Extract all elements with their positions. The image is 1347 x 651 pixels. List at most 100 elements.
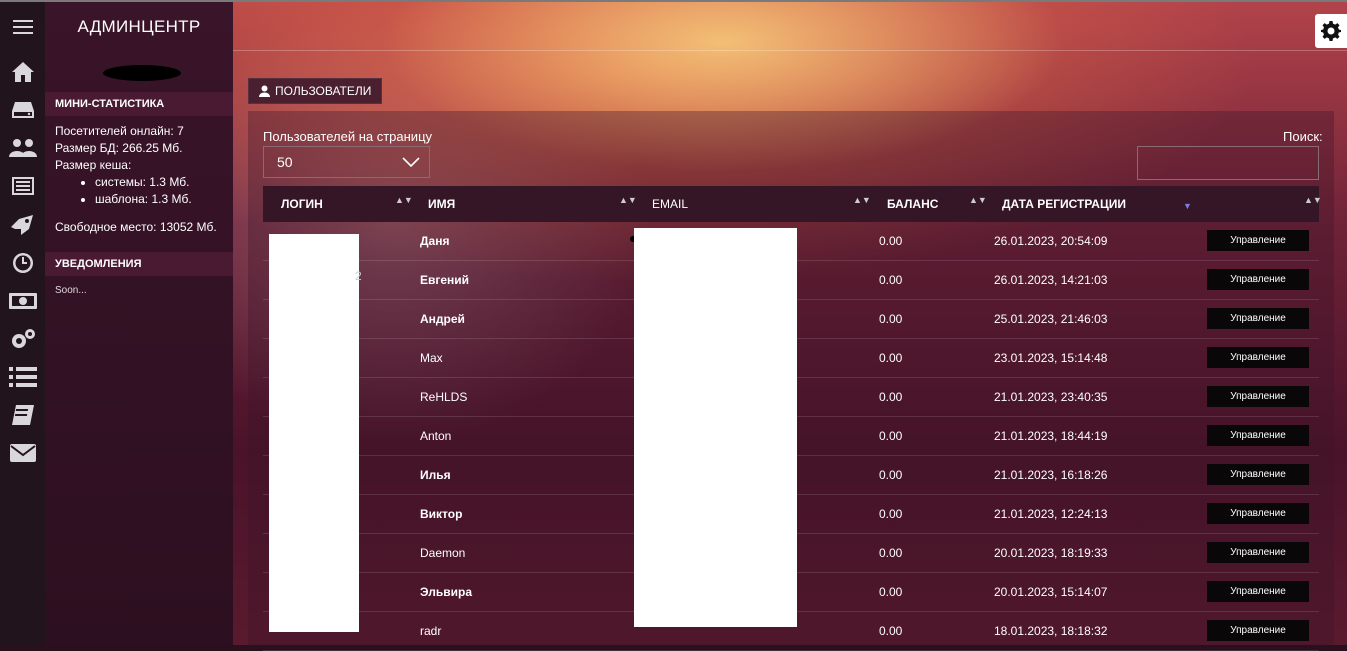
sort-desc-icon[interactable]: ▼ — [1183, 202, 1192, 211]
redaction-block — [269, 234, 359, 632]
per-page-select[interactable]: 50 — [263, 146, 430, 178]
cell-balance: 0.00 — [879, 390, 903, 404]
cell-name: Max — [420, 351, 443, 365]
manage-button[interactable]: Управление — [1207, 620, 1309, 641]
sort-icon[interactable]: ▲▼ — [853, 196, 871, 205]
sort-icon[interactable]: ▲▼ — [969, 196, 987, 205]
table-header: ЛОГИН ▲▼ ИМЯ ▲▼ EMAIL ▲▼ БАЛАНС ▲▼ ДАТА … — [263, 186, 1322, 222]
per-page-value: 50 — [277, 154, 293, 170]
cache-system: системы: 1.3 Мб. — [95, 174, 217, 191]
divider — [233, 50, 1347, 51]
cell-balance: 0.00 — [879, 585, 903, 599]
notifications-text: Soon... — [55, 285, 87, 296]
chevron-down-icon — [402, 157, 420, 168]
sort-icon[interactable]: ▲▼ — [1304, 196, 1322, 205]
settings-gear-button[interactable] — [1315, 14, 1347, 48]
manage-button[interactable]: Управление — [1207, 542, 1309, 563]
cell-reg-date: 21.01.2023, 16:18:26 — [994, 468, 1108, 482]
stat-online: Посетителей онлайн: 7 — [55, 124, 184, 138]
news-icon[interactable] — [8, 171, 37, 200]
tab-users-label: ПОЛЬЗОВАТЕЛИ — [275, 84, 372, 98]
cell-reg-date: 21.01.2023, 18:44:19 — [994, 429, 1108, 443]
cell-reg-date: 26.01.2023, 20:54:09 — [994, 234, 1108, 248]
sort-icon[interactable]: ▲▼ — [619, 196, 637, 205]
mail-icon[interactable] — [8, 438, 37, 467]
sort-icon[interactable]: ▲▼ — [395, 196, 413, 205]
search-input[interactable] — [1137, 146, 1319, 180]
cell-reg-date: 21.01.2023, 23:40:35 — [994, 390, 1108, 404]
stat-db: Размер БД: 266.25 Мб. — [55, 141, 183, 155]
home-icon[interactable] — [8, 57, 37, 86]
stat-free: Свободное место: 13052 Мб. — [55, 220, 217, 234]
stats-block: Посетителей онлайн: 7 Размер БД: 266.25 … — [55, 123, 217, 236]
manage-button[interactable]: Управление — [1207, 230, 1309, 251]
cell-balance: 0.00 — [879, 624, 903, 638]
money-icon[interactable] — [8, 286, 37, 315]
stray-char: 2 — [355, 269, 362, 283]
cell-balance: 0.00 — [879, 273, 903, 287]
col-reg-date[interactable]: ДАТА РЕГИСТРАЦИИ — [1002, 186, 1126, 222]
per-page-label: Пользователей на страницу — [263, 129, 433, 144]
stat-cache: Размер кеша: — [55, 158, 132, 172]
users-panel: Пользователей на страницу 50 Поиск: ЛОГИ… — [248, 111, 1334, 651]
cell-balance: 0.00 — [879, 546, 903, 560]
cell-name: ReHLDS — [420, 390, 468, 404]
cell-name: Виктор — [420, 507, 463, 521]
manage-button[interactable]: Управление — [1207, 425, 1309, 446]
manage-button[interactable]: Управление — [1207, 347, 1309, 368]
cell-balance: 0.00 — [879, 468, 903, 482]
main-content: ПОЛЬЗОВАТЕЛИ Пользователей на страницу 5… — [233, 2, 1347, 651]
cell-balance: 0.00 — [879, 429, 903, 443]
col-balance[interactable]: БАЛАНС — [887, 186, 938, 222]
manage-button[interactable]: Управление — [1207, 464, 1309, 485]
manage-button[interactable]: Управление — [1207, 386, 1309, 407]
manage-button[interactable]: Управление — [1207, 269, 1309, 290]
cell-name: radr — [420, 624, 442, 638]
redaction-block — [634, 228, 797, 627]
cell-name: Anton — [420, 429, 452, 443]
book-icon[interactable] — [8, 400, 37, 429]
manage-button[interactable]: Управление — [1207, 308, 1309, 329]
app-title[interactable]: АДМИНЦЕНТР — [45, 2, 233, 52]
cell-reg-date: 20.01.2023, 18:19:33 — [994, 546, 1108, 560]
avatar — [103, 65, 181, 81]
cache-list: системы: 1.3 Мб. шаблона: 1.3 Мб. — [55, 174, 217, 208]
cell-reg-date: 21.01.2023, 12:24:13 — [994, 507, 1108, 521]
left-panel: АДМИНЦЕНТР МИНИ-СТАТИСТИКА Посетителей о… — [45, 2, 233, 645]
cell-reg-date: 18.01.2023, 18:18:32 — [994, 624, 1108, 638]
col-name[interactable]: ИМЯ — [428, 186, 455, 222]
list-icon[interactable] — [8, 362, 37, 391]
cell-name: Евгений — [420, 273, 470, 287]
tab-users[interactable]: ПОЛЬЗОВАТЕЛИ — [248, 78, 383, 104]
cache-template: шаблона: 1.3 Мб. — [95, 191, 217, 208]
cell-reg-date: 20.01.2023, 15:14:07 — [994, 585, 1108, 599]
manage-button[interactable]: Управление — [1207, 581, 1309, 602]
cell-balance: 0.00 — [879, 312, 903, 326]
search-label: Поиск: — [1283, 129, 1323, 144]
clock-icon[interactable] — [8, 248, 37, 277]
cell-name: Даня — [420, 234, 450, 248]
cell-name: Эльвира — [420, 585, 472, 599]
cell-balance: 0.00 — [879, 351, 903, 365]
users-icon[interactable] — [8, 133, 37, 162]
col-email[interactable]: EMAIL — [652, 186, 688, 222]
cell-reg-date: 25.01.2023, 21:46:03 — [994, 312, 1108, 326]
col-login[interactable]: ЛОГИН — [281, 186, 323, 222]
cell-name: Андрей — [420, 312, 465, 326]
manage-button[interactable]: Управление — [1207, 503, 1309, 524]
stats-heading: МИНИ-СТАТИСТИКА — [45, 92, 233, 116]
menu-icon[interactable] — [8, 12, 37, 41]
settings-icon[interactable] — [8, 324, 37, 353]
cell-reg-date: 23.01.2023, 15:14:48 — [994, 351, 1108, 365]
cell-balance: 0.00 — [879, 234, 903, 248]
cell-balance: 0.00 — [879, 507, 903, 521]
rocket-icon[interactable] — [8, 209, 37, 238]
gear-icon — [1321, 21, 1341, 41]
notifications-heading: УВЕДОМЛЕНИЯ — [45, 252, 233, 276]
user-icon — [259, 85, 270, 97]
cell-reg-date: 26.01.2023, 14:21:03 — [994, 273, 1108, 287]
cell-name: Илья — [420, 468, 451, 482]
icon-rail — [0, 2, 45, 645]
cell-name: Daemon — [420, 546, 466, 560]
drive-icon[interactable] — [8, 95, 37, 124]
